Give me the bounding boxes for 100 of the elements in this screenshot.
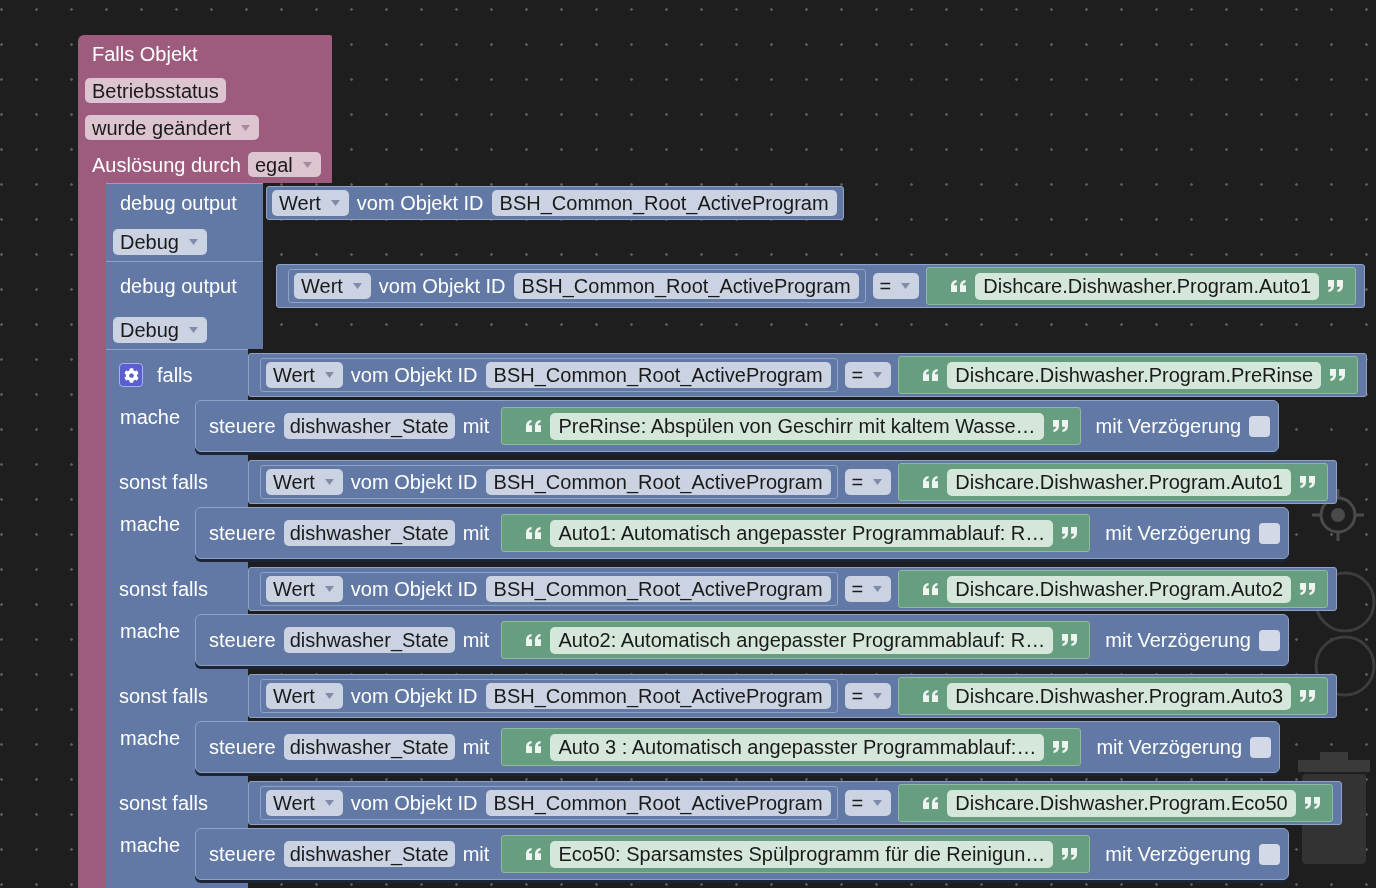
object-id-field[interactable]: dishwasher_State bbox=[283, 520, 455, 546]
caret-icon bbox=[901, 283, 911, 289]
object-id-field[interactable]: BSH_Common_Root_ActiveProgram bbox=[485, 576, 831, 602]
block-label: mache bbox=[120, 728, 181, 748]
close-quote-icon bbox=[1300, 476, 1316, 488]
log-type-dropdown[interactable]: Debug bbox=[113, 316, 207, 343]
text-field[interactable]: Dishcare.Dishwasher.Program.Auto1 bbox=[947, 468, 1292, 496]
attribute-dropdown[interactable]: Wert bbox=[266, 362, 343, 388]
block-label: vom Objekt ID bbox=[350, 686, 478, 706]
operator-dropdown[interactable]: = bbox=[844, 469, 892, 495]
close-quote-icon bbox=[1328, 280, 1344, 292]
caret-icon bbox=[302, 161, 312, 168]
log-type-dropdown[interactable]: Debug bbox=[113, 228, 207, 255]
operator-dropdown[interactable]: = bbox=[844, 362, 892, 388]
open-quote-icon bbox=[923, 369, 939, 381]
checkbox[interactable] bbox=[1250, 736, 1272, 758]
block-label: mit bbox=[462, 630, 490, 650]
open-quote-icon bbox=[923, 797, 939, 809]
open-quote-icon bbox=[526, 634, 542, 646]
operator-dropdown[interactable]: = bbox=[844, 683, 892, 709]
block-label: vom Objekt ID bbox=[350, 365, 478, 385]
attribute-dropdown[interactable]: Wert bbox=[266, 469, 343, 495]
caret-icon bbox=[241, 124, 250, 131]
block-label: falls bbox=[157, 365, 193, 385]
text-field[interactable]: Eco50: Sparsamstes Spülprogramm für die Reinigun… bbox=[550, 840, 1054, 868]
close-quote-icon bbox=[1053, 741, 1069, 753]
close-quote-icon bbox=[1300, 690, 1316, 702]
object-id-field[interactable]: BSH_Common_Root_ActiveProgram bbox=[485, 790, 831, 816]
text-field[interactable]: Auto 3 : Automatisch angepasster Programmablauf:… bbox=[550, 733, 1045, 761]
block-label: vom Objekt ID bbox=[356, 193, 484, 213]
block-label: sonst falls bbox=[119, 579, 208, 599]
object-id-field[interactable]: Betriebsstatus bbox=[85, 78, 226, 103]
block-label: mit bbox=[462, 416, 490, 436]
operator-dropdown[interactable]: = bbox=[872, 273, 920, 299]
condition-dropdown[interactable]: wurde geändert bbox=[85, 115, 259, 140]
operator-dropdown[interactable]: = bbox=[844, 576, 892, 602]
block-label: mache bbox=[120, 407, 181, 427]
block-label: mache bbox=[120, 835, 181, 855]
close-quote-icon bbox=[1300, 583, 1316, 595]
object-id-field[interactable]: BSH_Common_Root_ActiveProgram bbox=[485, 683, 831, 709]
attribute-dropdown[interactable]: Wert bbox=[272, 190, 349, 216]
block-label: steuere bbox=[209, 523, 276, 543]
block-label: steuere bbox=[209, 416, 276, 436]
object-id-field[interactable]: BSH_Common_Root_ActiveProgram bbox=[513, 273, 859, 299]
caret-icon bbox=[873, 372, 883, 378]
text-field[interactable]: PreRinse: Abspülen von Geschirr mit kaltem Wasse… bbox=[550, 412, 1044, 440]
close-quote-icon bbox=[1062, 634, 1078, 646]
open-quote-icon bbox=[526, 527, 542, 539]
object-id-field[interactable]: dishwasher_State bbox=[283, 734, 455, 760]
object-id-field[interactable]: dishwasher_State bbox=[283, 841, 455, 867]
trigger-dropdown[interactable]: egal bbox=[248, 152, 321, 177]
checkbox[interactable] bbox=[1258, 522, 1280, 544]
block-label: Auslösung durch bbox=[92, 154, 241, 175]
checkbox[interactable] bbox=[1249, 415, 1271, 437]
text-field[interactable]: Dishcare.Dishwasher.Program.Auto1 bbox=[975, 272, 1320, 300]
crosshair-icon[interactable] bbox=[1312, 489, 1364, 541]
block-label: debug output bbox=[120, 193, 237, 213]
attribute-dropdown[interactable]: Wert bbox=[294, 273, 371, 299]
block-label: debug output bbox=[120, 276, 237, 296]
checkbox[interactable] bbox=[1258, 843, 1280, 865]
caret-icon bbox=[324, 479, 334, 485]
block-label: mit Verzögerung bbox=[1105, 844, 1251, 864]
caret-icon bbox=[873, 800, 883, 806]
block-label: sonst falls bbox=[119, 686, 208, 706]
block-label: mache bbox=[120, 621, 181, 641]
checkbox[interactable] bbox=[1258, 629, 1280, 651]
open-quote-icon bbox=[526, 848, 542, 860]
block-label: mit bbox=[462, 844, 490, 864]
object-id-field[interactable]: BSH_Common_Root_ActiveProgram bbox=[485, 362, 831, 388]
open-quote-icon bbox=[923, 476, 939, 488]
text-field[interactable]: Dishcare.Dishwasher.Program.Auto2 bbox=[947, 575, 1292, 603]
block-label: mit bbox=[462, 737, 490, 757]
close-quote-icon bbox=[1062, 848, 1078, 860]
text-field[interactable]: Dishcare.Dishwasher.Program.Auto3 bbox=[947, 682, 1292, 710]
block-title: Falls Objekt bbox=[92, 43, 198, 64]
block-label: mit Verzögerung bbox=[1105, 523, 1251, 543]
attribute-dropdown[interactable]: Wert bbox=[266, 576, 343, 602]
close-quote-icon bbox=[1304, 797, 1320, 809]
text-field[interactable]: Auto2: Automatisch angepasster Programmablauf: R… bbox=[550, 626, 1054, 654]
caret-icon bbox=[324, 372, 334, 378]
object-id-field[interactable]: dishwasher_State bbox=[283, 413, 455, 439]
object-id-field[interactable]: BSH_Common_Root_ActiveProgram bbox=[485, 469, 831, 495]
object-id-field[interactable]: dishwasher_State bbox=[283, 627, 455, 653]
caret-icon bbox=[188, 238, 198, 245]
block-label: vom Objekt ID bbox=[350, 793, 478, 813]
open-quote-icon bbox=[923, 583, 939, 595]
caret-icon bbox=[873, 693, 883, 699]
caret-icon bbox=[324, 800, 334, 806]
caret-icon bbox=[330, 200, 340, 206]
attribute-dropdown[interactable]: Wert bbox=[266, 683, 343, 709]
gear-icon[interactable] bbox=[119, 363, 143, 387]
block-label: mit Verzögerung bbox=[1105, 630, 1251, 650]
attribute-dropdown[interactable]: Wert bbox=[266, 790, 343, 816]
text-field[interactable]: Auto1: Automatisch angepasster Programmablauf: R… bbox=[550, 519, 1054, 547]
caret-icon bbox=[352, 283, 362, 289]
text-field[interactable]: Dishcare.Dishwasher.Program.PreRinse bbox=[947, 361, 1322, 389]
text-field[interactable]: Dishcare.Dishwasher.Program.Eco50 bbox=[947, 789, 1296, 817]
object-id-field[interactable]: BSH_Common_Root_ActiveProgram bbox=[491, 190, 837, 216]
close-quote-icon bbox=[1330, 369, 1346, 381]
operator-dropdown[interactable]: = bbox=[844, 790, 892, 816]
